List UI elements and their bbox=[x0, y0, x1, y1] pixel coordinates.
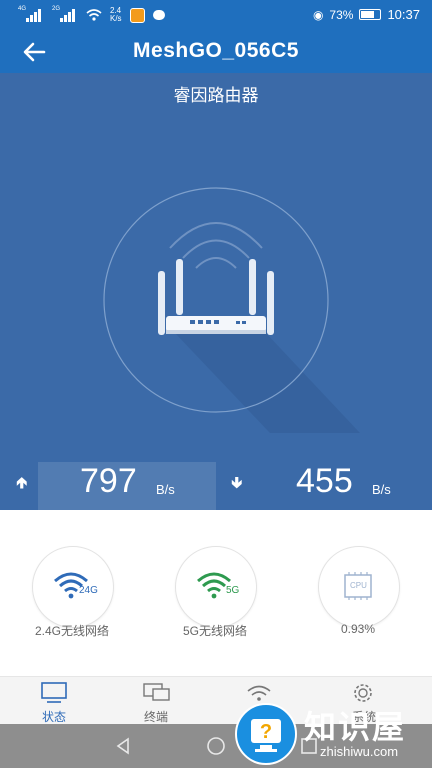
watermark: ? 知识屋 zhishiwu.com bbox=[234, 700, 432, 768]
tab-status[interactable]: 状态 bbox=[0, 677, 108, 725]
clock: 10:37 bbox=[387, 7, 420, 22]
app-notification-icon bbox=[129, 7, 145, 23]
upload-speed-unit: B/s bbox=[156, 482, 175, 497]
nav-home-icon[interactable] bbox=[206, 736, 226, 756]
watermark-logo: ? bbox=[235, 703, 297, 765]
cell-signal-icon: 4G bbox=[18, 6, 44, 22]
wifi-status-icon bbox=[86, 9, 102, 21]
wifi-24g-button[interactable]: 24G bbox=[32, 546, 114, 628]
nav-back-icon[interactable] bbox=[114, 737, 132, 755]
router-model-name: 睿因路由器 bbox=[173, 86, 259, 105]
speed-row: 🢁 797 B/s 🢃 455 B/s bbox=[0, 462, 432, 510]
monitor-icon bbox=[41, 682, 67, 703]
status-bar: 4G 2G 2.4 K/s ◉ 73% 10:37 bbox=[0, 0, 432, 31]
page-title: MeshGO_056C5 bbox=[133, 39, 299, 62]
cell-signal-icon-2: 2G bbox=[52, 6, 78, 22]
wifi-24g-label: 2.4G无线网络 bbox=[34, 624, 110, 638]
cpu-icon-text: CPU bbox=[350, 581, 367, 590]
network-speed: 2.4 K/s bbox=[110, 6, 122, 23]
devices-icon bbox=[143, 683, 170, 701]
download-speed-unit: B/s bbox=[372, 482, 391, 497]
router-overview-panel: 睿因路由器 bbox=[0, 73, 432, 510]
wifi-5g-label: 5G无线网络 bbox=[182, 624, 247, 638]
wifi-5g-button[interactable]: 5G bbox=[175, 546, 257, 628]
download-arrow-icon: 🢃 bbox=[231, 475, 243, 492]
eye-icon: ◉ bbox=[312, 7, 324, 22]
upload-arrow-icon: 🢁 bbox=[16, 475, 28, 492]
cpu-usage-label: 0.93% bbox=[340, 622, 376, 636]
router-illustration bbox=[103, 187, 360, 433]
wifi-24g-icon bbox=[54, 572, 88, 599]
watermark-text: 知识屋 bbox=[304, 709, 407, 745]
tab-status-label: 状态 bbox=[41, 710, 66, 724]
battery-icon bbox=[359, 9, 382, 20]
battery-percent: 73% bbox=[329, 7, 354, 22]
download-speed-value: 455 bbox=[296, 462, 353, 500]
tab-terminals[interactable]: 终端 bbox=[102, 677, 210, 725]
wifi-5g-icon bbox=[197, 572, 231, 599]
app-header: MeshGO_056C5 bbox=[0, 31, 432, 73]
tab-terminals-label: 终端 bbox=[143, 710, 168, 724]
wifi-24g-icon-text: 24G bbox=[79, 585, 98, 596]
cpu-button[interactable]: CPU bbox=[318, 546, 400, 628]
watermark-subtext: zhishiwu.com bbox=[320, 744, 399, 759]
svg-text:?: ? bbox=[260, 721, 272, 743]
upload-speed-value: 797 bbox=[80, 462, 137, 500]
wifi-5g-icon-text: 5G bbox=[226, 585, 240, 596]
chat-notification-icon bbox=[152, 10, 165, 20]
